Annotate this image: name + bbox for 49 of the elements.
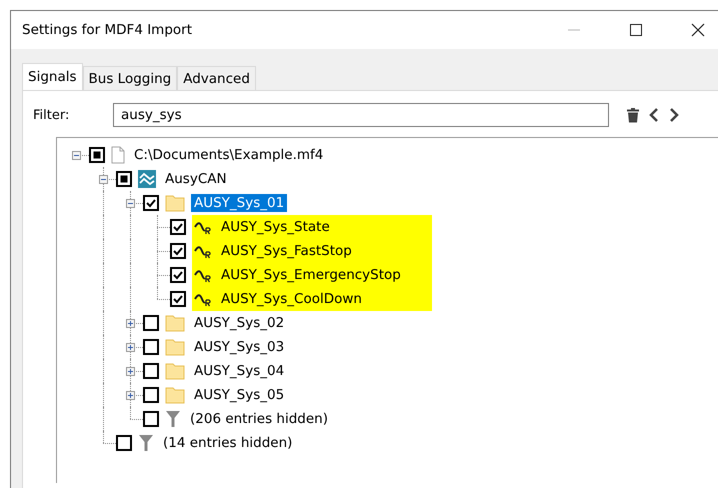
checkbox[interactable] bbox=[143, 363, 159, 379]
folder-icon bbox=[165, 194, 185, 212]
tree-item-label[interactable]: AUSY_Sys_04 bbox=[191, 362, 288, 380]
expander-icon[interactable] bbox=[126, 319, 135, 328]
checkbox[interactable] bbox=[143, 411, 159, 427]
folder-icon bbox=[165, 314, 185, 332]
checkbox[interactable] bbox=[143, 315, 159, 331]
close-icon[interactable] bbox=[691, 23, 705, 37]
tab[interactable]: Signals bbox=[22, 63, 83, 90]
tree-item-label[interactable]: C:\Documents\Example.mf4 bbox=[131, 146, 326, 164]
tab[interactable]: Advanced bbox=[177, 66, 256, 90]
checkbox[interactable] bbox=[143, 195, 159, 211]
window-title: Settings for MDF4 Import bbox=[22, 22, 192, 38]
filter-field[interactable]: ausy_sys bbox=[113, 103, 609, 127]
funnel-icon bbox=[165, 410, 181, 428]
expander-icon[interactable] bbox=[126, 199, 135, 208]
filter-label: Filter: bbox=[33, 108, 70, 122]
tree-item-label[interactable]: AUSY_Sys_02 bbox=[191, 314, 288, 332]
expander-icon[interactable] bbox=[126, 367, 135, 376]
expander-icon[interactable] bbox=[126, 391, 135, 400]
checkbox[interactable] bbox=[116, 435, 132, 451]
document-icon bbox=[111, 146, 125, 164]
wave-icon bbox=[138, 170, 156, 188]
checkbox[interactable] bbox=[143, 387, 159, 403]
checkbox[interactable] bbox=[116, 171, 132, 187]
checkbox[interactable] bbox=[170, 291, 186, 307]
funnel-icon bbox=[138, 434, 154, 452]
folder-icon bbox=[165, 362, 185, 380]
folder-icon bbox=[165, 338, 185, 356]
expander-icon[interactable] bbox=[99, 175, 108, 184]
checkbox[interactable] bbox=[143, 339, 159, 355]
tree-item-label[interactable]: (14 entries hidden) bbox=[160, 434, 296, 452]
next-icon[interactable] bbox=[669, 108, 679, 122]
checkbox[interactable] bbox=[170, 219, 186, 235]
maximize-icon[interactable] bbox=[629, 23, 643, 37]
previous-icon[interactable] bbox=[649, 108, 659, 122]
tab[interactable]: Bus Logging bbox=[82, 66, 178, 90]
checkbox[interactable] bbox=[170, 243, 186, 259]
expander-icon[interactable] bbox=[126, 343, 135, 352]
trash-icon[interactable] bbox=[627, 107, 639, 123]
tree-item-label[interactable]: AUSY_Sys_03 bbox=[191, 338, 288, 356]
tree-item-label[interactable]: AusyCAN bbox=[162, 170, 230, 188]
expander-icon[interactable] bbox=[72, 151, 81, 160]
tree-item-label[interactable]: AUSY_Sys_05 bbox=[191, 386, 288, 404]
tree-item-label[interactable]: AUSY_Sys_01 bbox=[191, 194, 288, 212]
checkbox[interactable] bbox=[89, 147, 105, 163]
checkbox[interactable] bbox=[170, 267, 186, 283]
folder-icon bbox=[165, 386, 185, 404]
tree-item-label[interactable]: (206 entries hidden) bbox=[187, 410, 331, 428]
